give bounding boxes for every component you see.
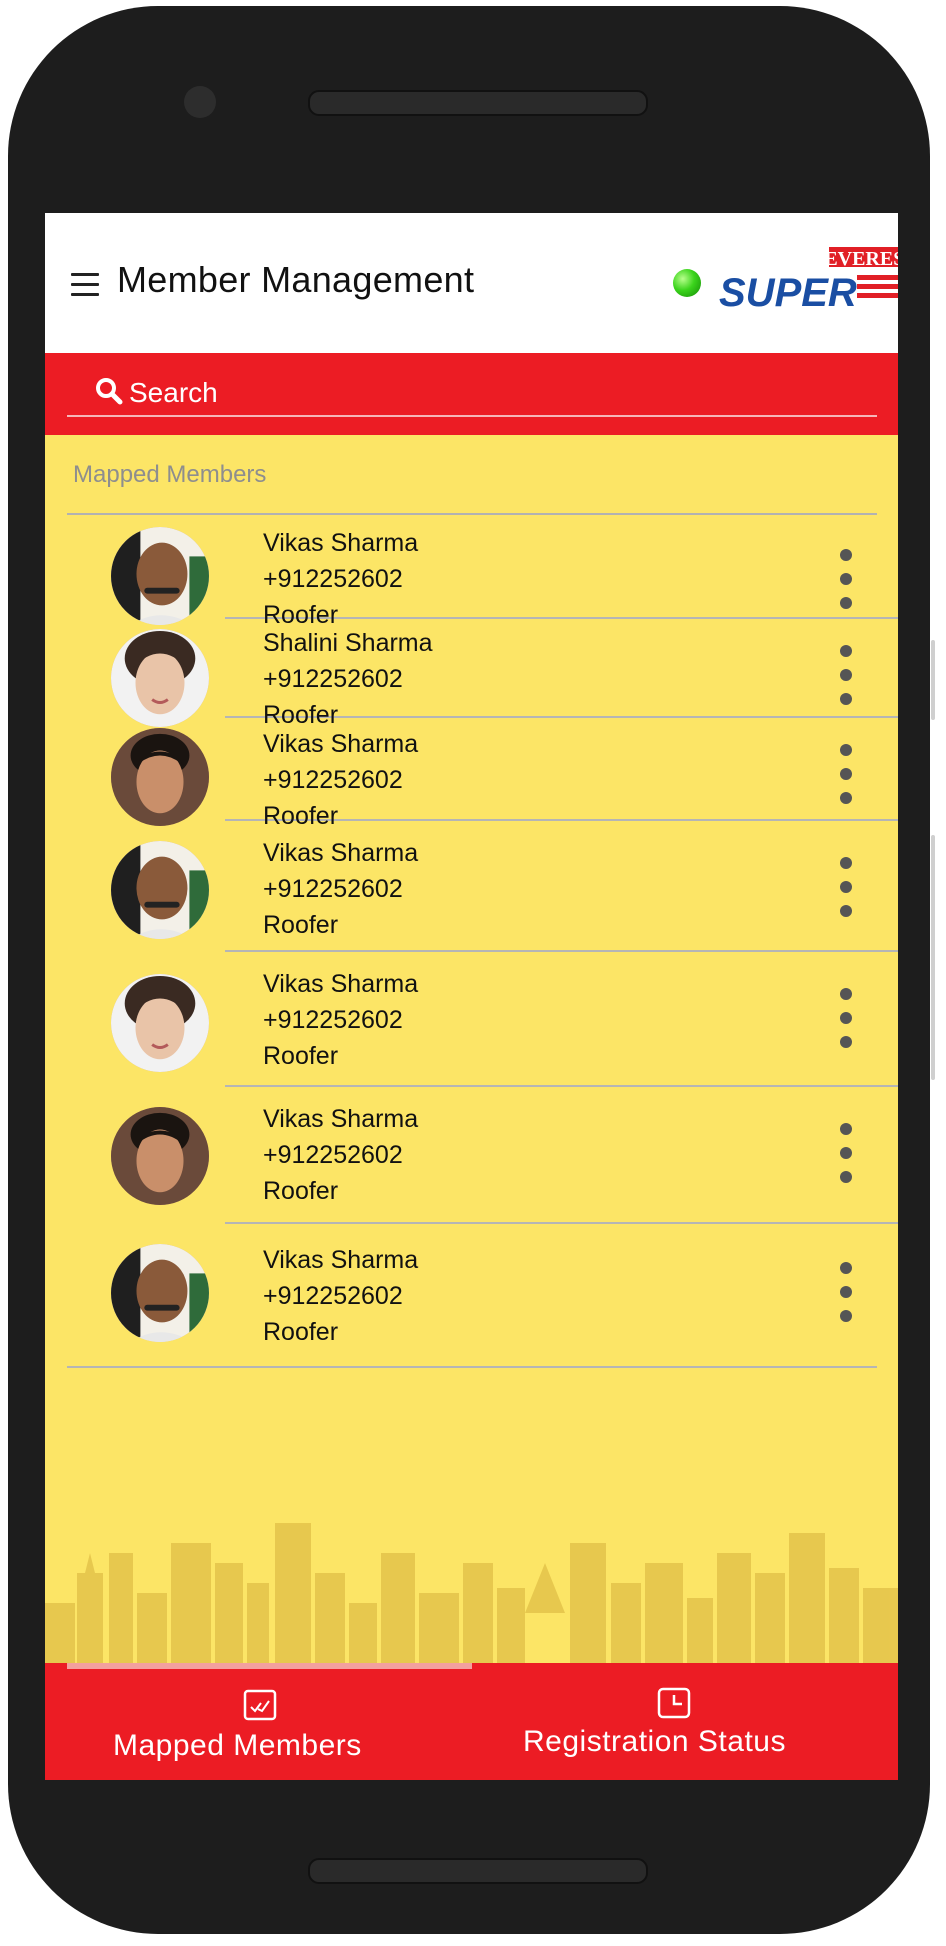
online-status-icon bbox=[673, 269, 701, 297]
member-phone: +912252602 bbox=[263, 565, 403, 593]
avatar bbox=[111, 841, 209, 939]
avatar bbox=[111, 629, 209, 727]
avatar bbox=[111, 527, 209, 625]
tab-registration-status[interactable]: Registration Status bbox=[471, 1663, 898, 1780]
member-name: Vikas Sharma bbox=[263, 529, 419, 557]
woman-icon bbox=[111, 629, 209, 727]
member-name: Vikas Sharma bbox=[263, 1246, 419, 1274]
more-options-icon[interactable] bbox=[835, 645, 855, 711]
avatar bbox=[111, 1244, 209, 1342]
member-name: Shalini Sharma bbox=[263, 629, 433, 657]
logo-brand-top: EVEREST bbox=[824, 248, 898, 270]
member-phone: +912252602 bbox=[263, 665, 403, 693]
hamburger-menu-icon[interactable] bbox=[71, 271, 101, 299]
more-options-icon[interactable] bbox=[835, 1262, 855, 1328]
tab-mapped-members[interactable]: Mapped Members bbox=[45, 1663, 471, 1780]
more-options-icon[interactable] bbox=[835, 1123, 855, 1189]
more-options-icon[interactable] bbox=[835, 988, 855, 1054]
member-name: Vikas Sharma bbox=[263, 730, 419, 758]
logo-brand-main: SUPER bbox=[719, 271, 857, 315]
avatar bbox=[111, 728, 209, 826]
search-bar[interactable]: Search bbox=[45, 353, 898, 435]
member-row[interactable]: Vikas Sharma +912252602 Roofer bbox=[111, 821, 898, 952]
man-young-icon bbox=[111, 728, 209, 826]
volume-button bbox=[931, 640, 935, 720]
man-older-icon bbox=[111, 1244, 209, 1342]
search-underline bbox=[67, 415, 877, 417]
member-phone: +912252602 bbox=[263, 766, 403, 794]
more-options-icon[interactable] bbox=[835, 857, 855, 923]
search-placeholder[interactable]: Search bbox=[129, 377, 218, 409]
avatar bbox=[111, 1107, 209, 1205]
member-name: Vikas Sharma bbox=[263, 970, 419, 998]
member-list: Vikas Sharma +912252602 Roofer Shalini S… bbox=[45, 515, 898, 1368]
member-phone: +912252602 bbox=[263, 1141, 403, 1169]
member-row[interactable]: Vikas Sharma +912252602 Roofer bbox=[111, 1087, 898, 1224]
section-title: Mapped Members bbox=[73, 461, 267, 488]
more-options-icon[interactable] bbox=[835, 744, 855, 810]
member-row[interactable]: Shalini Sharma +912252602 Roofer bbox=[111, 619, 898, 729]
more-options-icon[interactable] bbox=[835, 549, 855, 615]
member-role: Roofer bbox=[263, 1177, 339, 1205]
tab-label: Mapped Members bbox=[113, 1729, 362, 1762]
member-row[interactable]: Vikas Sharma +912252602 Roofer bbox=[111, 718, 898, 830]
member-role: Roofer bbox=[263, 1318, 339, 1346]
member-name: Vikas Sharma bbox=[263, 839, 419, 867]
search-icon[interactable] bbox=[95, 377, 123, 405]
woman-icon bbox=[111, 974, 209, 1072]
earpiece-speaker bbox=[308, 90, 648, 116]
man-older-icon bbox=[111, 841, 209, 939]
checklist-icon bbox=[243, 1689, 277, 1721]
clock-icon bbox=[657, 1687, 691, 1719]
camera bbox=[184, 86, 216, 118]
app-bar: Member Management EVEREST SUPER TM bbox=[45, 213, 898, 353]
page-title: Member Management bbox=[117, 259, 475, 300]
avatar bbox=[111, 974, 209, 1072]
man-older-icon bbox=[111, 527, 209, 625]
member-row[interactable]: Vikas Sharma +912252602 Roofer bbox=[111, 952, 898, 1087]
member-name: Vikas Sharma bbox=[263, 1105, 419, 1133]
member-role: Roofer bbox=[263, 1042, 339, 1070]
member-phone: +912252602 bbox=[263, 1006, 403, 1034]
tab-label: Registration Status bbox=[523, 1725, 786, 1758]
member-role: Roofer bbox=[263, 911, 339, 939]
bottom-speaker bbox=[308, 1858, 648, 1884]
member-row[interactable]: Vikas Sharma +912252602 Roofer bbox=[111, 515, 898, 629]
bottom-navigation: Mapped Members Registration Status bbox=[45, 1663, 898, 1780]
power-button bbox=[931, 835, 935, 1080]
everest-super-logo: EVEREST SUPER TM bbox=[719, 247, 898, 315]
member-phone: +912252602 bbox=[263, 875, 403, 903]
app-screen: Member Management EVEREST SUPER TM Searc… bbox=[45, 213, 898, 1780]
member-phone: +912252602 bbox=[263, 1282, 403, 1310]
man-young-icon bbox=[111, 1107, 209, 1205]
member-row[interactable]: Vikas Sharma +912252602 Roofer bbox=[67, 1224, 877, 1368]
city-skyline-illustration bbox=[45, 1523, 898, 1673]
